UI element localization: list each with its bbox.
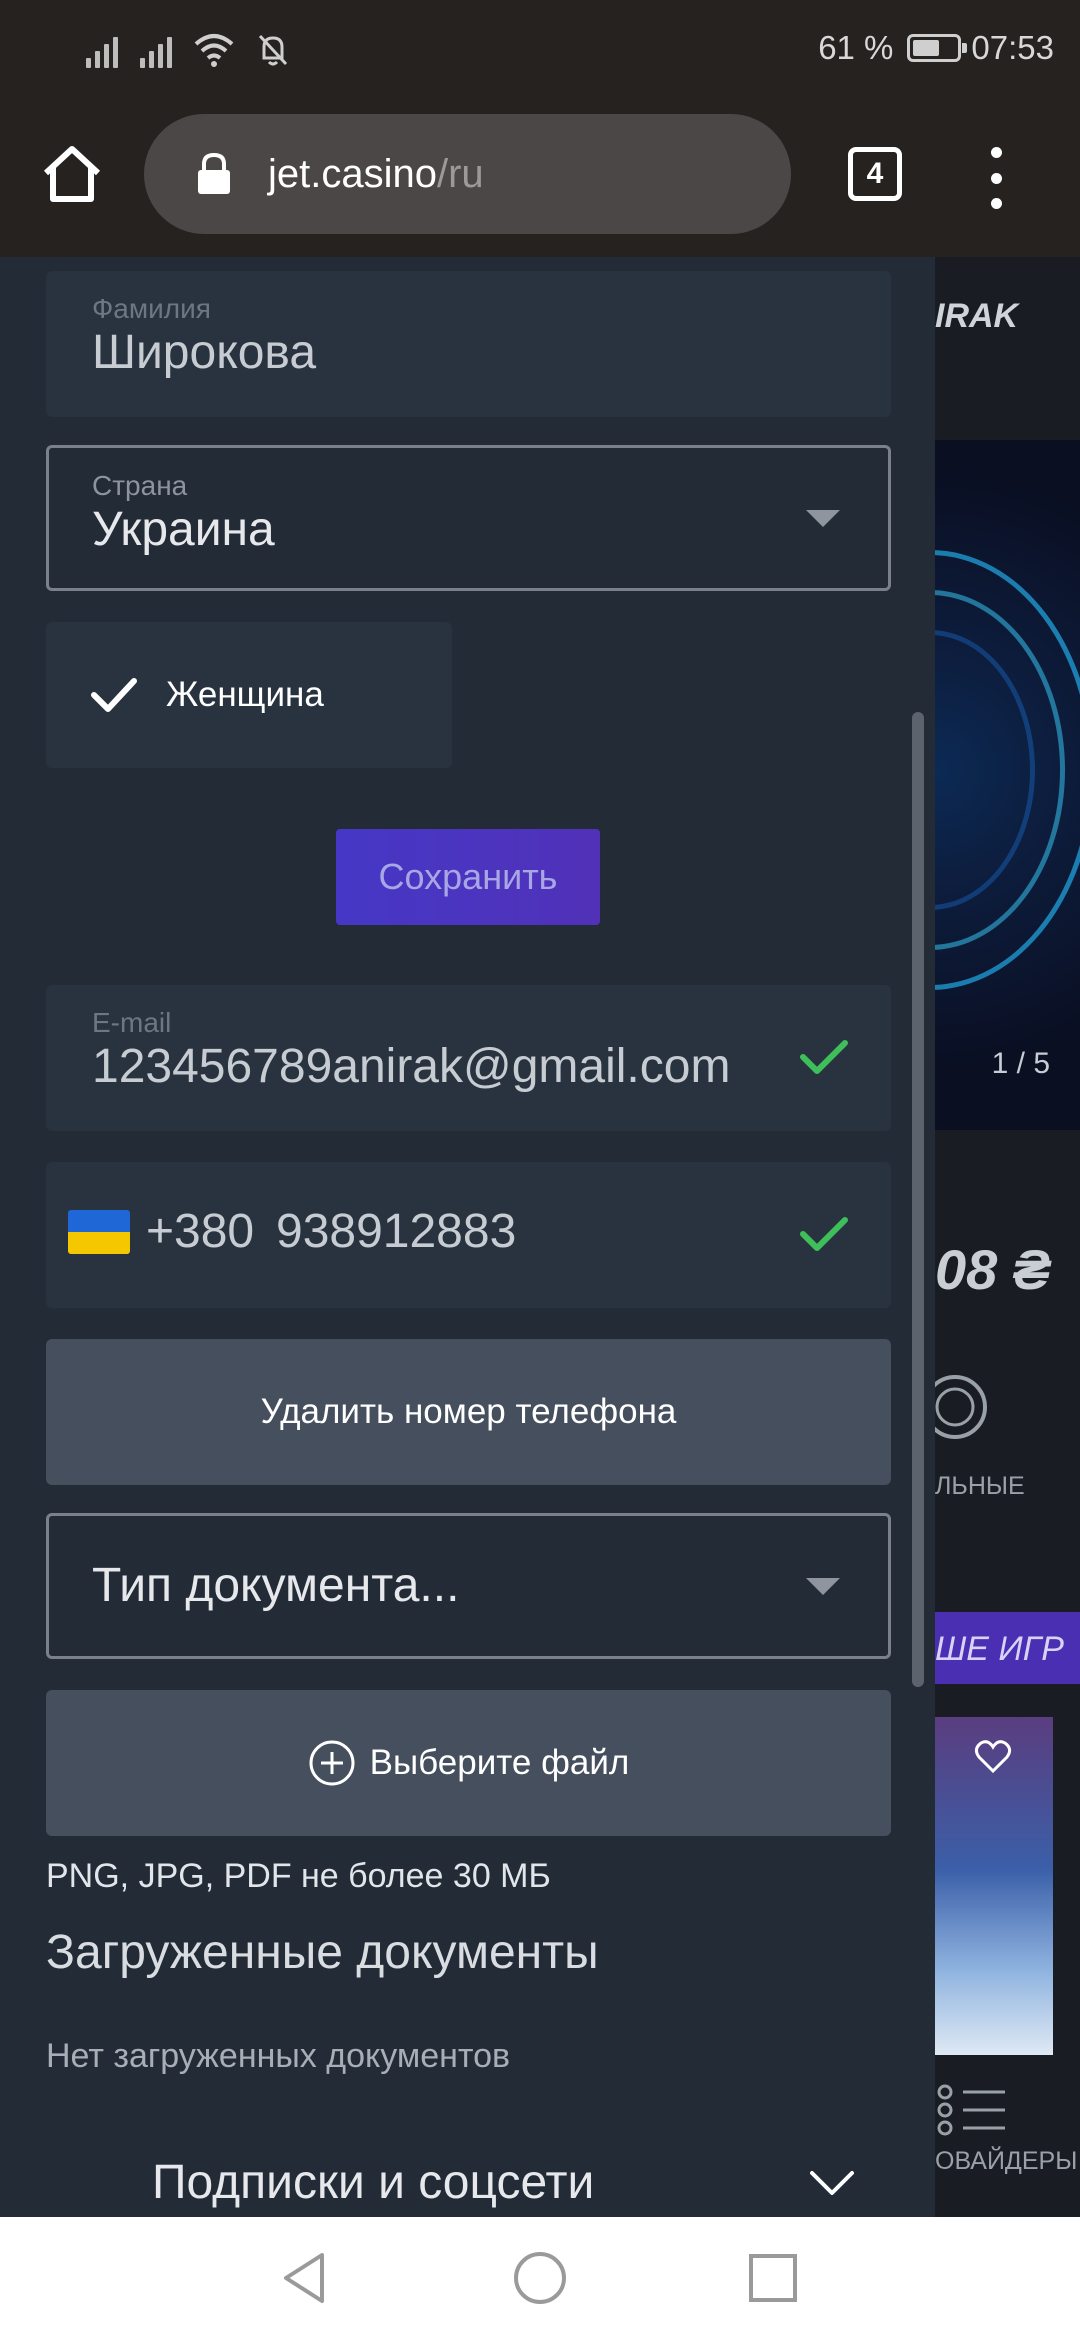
status-bar: 61 % 07:53	[0, 0, 1080, 97]
bg-more-games-label: ШЕ ИГР	[935, 1630, 1064, 1668]
url-path: /ru	[436, 151, 484, 196]
no-documents-text: Нет загруженных документов	[46, 2037, 511, 2075]
bg-category-icon	[935, 1375, 987, 1439]
document-type-select[interactable]: Тип документа...	[46, 1513, 891, 1659]
recents-icon[interactable]	[742, 2247, 804, 2309]
file-format-hint: PNG, JPG, PDF не более 30 МБ	[46, 1857, 551, 1895]
bg-brand-text: IRAK	[935, 297, 1019, 335]
url-host: jet.casino	[268, 151, 437, 196]
status-icons-right: 61 % 07:53	[818, 24, 1054, 72]
choose-file-label: Выберите файл	[369, 1743, 630, 1782]
background-page: IRAK 1 / 5 08 ₴ ЛЬНЫЕ ШЕ ИГР ОВАЙДЕРЫ	[935, 257, 1080, 2217]
bg-promo-banner[interactable]	[935, 440, 1080, 1130]
delete-phone-button[interactable]: Удалить номер телефона	[46, 1339, 891, 1485]
bg-providers-label: ОВАЙДЕРЫ	[935, 2147, 1078, 2175]
save-button[interactable]: Сохранить	[336, 829, 600, 925]
wifi-icon	[194, 34, 234, 67]
phone-number: 938912883	[276, 1205, 517, 1258]
surname-field[interactable]: Фамилия Широкова	[46, 271, 891, 417]
scrollbar[interactable]	[912, 712, 924, 1687]
chevron-down-icon	[806, 510, 840, 527]
gender-checkbox[interactable]: Женщина	[46, 622, 452, 768]
subscriptions-section-toggle[interactable]: Подписки и соцсети	[152, 2155, 594, 2210]
home-icon[interactable]	[40, 141, 104, 205]
email-value: 123456789anirak@gmail.com	[92, 1040, 731, 1093]
email-field[interactable]: E-mail 123456789anirak@gmail.com	[46, 985, 891, 1131]
notifications-off-icon	[258, 34, 288, 66]
tab-switcher-button[interactable]: 4	[848, 147, 902, 201]
uploaded-documents-title: Загруженные документы	[46, 1926, 599, 1979]
profile-panel: Фамилия Широкова Страна Украина Женщина …	[0, 257, 935, 2217]
back-icon[interactable]	[276, 2247, 338, 2309]
surname-label: Фамилия	[92, 293, 211, 324]
bg-favorite-icon[interactable]	[973, 1737, 1013, 1777]
chevron-down-icon	[806, 1578, 840, 1595]
bg-category-label: ЛЬНЫЕ	[935, 1472, 1025, 1500]
verified-check-icon	[800, 1217, 848, 1251]
country-value: Украина	[92, 503, 275, 556]
verified-check-icon	[800, 1040, 848, 1074]
country-label: Страна	[92, 470, 188, 501]
address-bar[interactable]: jet.casino/ru	[144, 114, 791, 234]
signal-2-icon	[140, 34, 172, 68]
phone-code: +380	[146, 1205, 255, 1258]
battery-icon	[907, 34, 968, 62]
document-type-placeholder: Тип документа...	[92, 1559, 460, 1612]
battery-percent: 61 %	[818, 29, 894, 66]
bg-providers-icon	[937, 2084, 1005, 2136]
signal-1-icon	[86, 34, 118, 68]
email-label: E-mail	[92, 1007, 172, 1038]
ukraine-flag-icon	[68, 1210, 130, 1254]
system-navigation-bar	[0, 2217, 1080, 2340]
browser-menu-button[interactable]	[984, 147, 1008, 209]
tab-count: 4	[866, 157, 884, 190]
home-circle-icon[interactable]	[509, 2247, 571, 2309]
surname-value: Широкова	[92, 326, 317, 379]
chevron-down-icon[interactable]	[808, 2167, 856, 2199]
delete-phone-label: Удалить номер телефона	[260, 1392, 677, 1431]
bg-slide-counter: 1 / 5	[991, 1047, 1050, 1080]
phone-field[interactable]: +380 938912883	[46, 1162, 891, 1308]
bg-jackpot-amount: 08 ₴	[935, 1238, 1051, 1301]
checkmark-icon	[91, 678, 137, 712]
country-select[interactable]: Страна Украина	[46, 445, 891, 591]
clock: 07:53	[971, 29, 1054, 66]
browser-toolbar: jet.casino/ru 4	[0, 97, 1080, 257]
choose-file-button[interactable]: Выберите файл	[46, 1690, 891, 1836]
add-circle-icon	[309, 1740, 355, 1786]
lock-icon	[198, 152, 230, 194]
gender-label: Женщина	[166, 675, 324, 714]
status-icons-left	[86, 28, 290, 68]
